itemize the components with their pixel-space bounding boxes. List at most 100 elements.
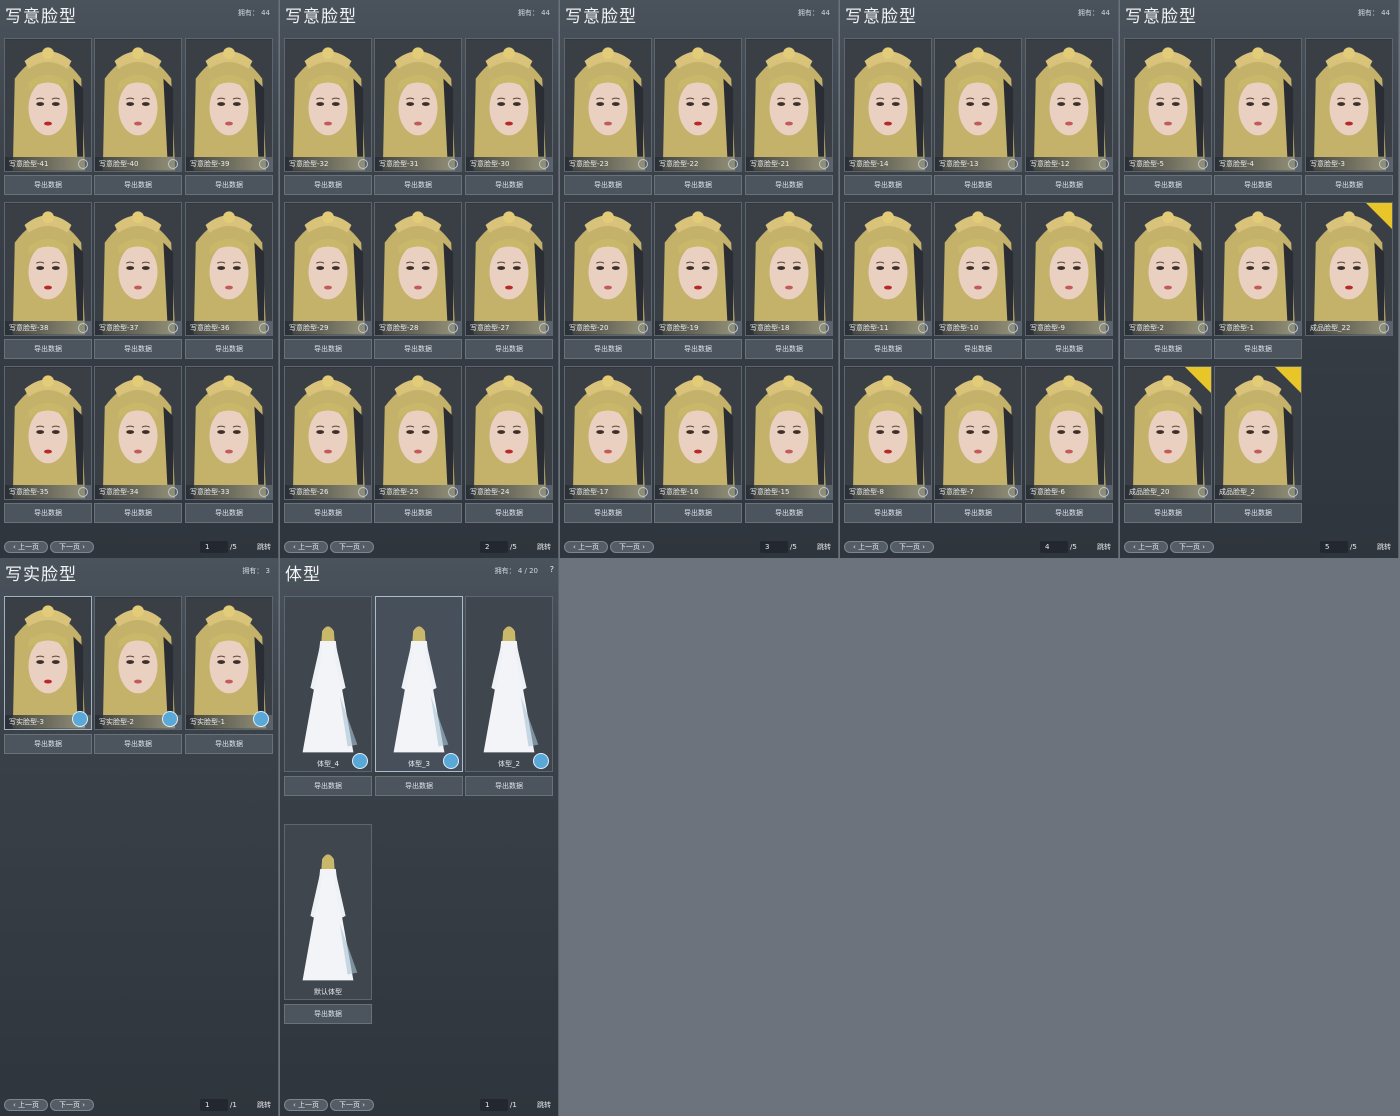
next-page-button[interactable]: 下一页 › — [50, 1099, 94, 1111]
face-card[interactable]: 写意脸型-7 — [934, 366, 1022, 500]
select-check-icon[interactable] — [1198, 487, 1208, 497]
face-card[interactable]: 写意脸型-5 — [1124, 38, 1212, 172]
jump-button[interactable]: 跳转 — [537, 1099, 551, 1111]
face-card[interactable]: 写意脸型-8 — [844, 366, 932, 500]
select-check-icon[interactable] — [168, 159, 178, 169]
export-data-button[interactable]: 导出数据 — [284, 503, 372, 523]
select-check-icon[interactable] — [728, 159, 738, 169]
export-data-button[interactable]: 导出数据 — [844, 339, 932, 359]
face-card[interactable]: 写意脸型-18 — [745, 202, 833, 336]
face-card[interactable]: 成品脸型_2 — [1214, 366, 1302, 500]
export-data-button[interactable]: 导出数据 — [654, 175, 742, 195]
jump-button[interactable]: 跳转 — [1377, 541, 1391, 553]
select-check-icon[interactable] — [1288, 159, 1298, 169]
face-card[interactable]: 写意脸型-17 — [564, 366, 652, 500]
export-data-button[interactable]: 导出数据 — [185, 503, 273, 523]
next-page-button[interactable]: 下一页 › — [610, 541, 654, 553]
export-data-button[interactable]: 导出数据 — [4, 339, 92, 359]
select-check-icon[interactable] — [358, 159, 368, 169]
export-data-button[interactable]: 导出数据 — [94, 503, 182, 523]
select-check-icon[interactable] — [1198, 323, 1208, 333]
export-data-button[interactable]: 导出数据 — [934, 175, 1022, 195]
select-check-icon[interactable] — [638, 487, 648, 497]
face-card[interactable]: 写意脸型-14 — [844, 38, 932, 172]
export-data-button[interactable]: 导出数据 — [284, 1004, 372, 1024]
select-check-icon[interactable] — [728, 323, 738, 333]
select-check-icon[interactable] — [259, 323, 269, 333]
select-check-icon[interactable] — [539, 487, 549, 497]
export-data-button[interactable]: 导出数据 — [1214, 175, 1302, 195]
select-check-icon[interactable] — [918, 323, 928, 333]
select-check-icon[interactable] — [448, 323, 458, 333]
next-page-button[interactable]: 下一页 › — [890, 541, 934, 553]
selected-check-icon[interactable] — [253, 711, 269, 727]
face-card[interactable]: 写意脸型-37 — [94, 202, 182, 336]
select-check-icon[interactable] — [1379, 159, 1389, 169]
face-card[interactable]: 写意脸型-30 — [465, 38, 553, 172]
page-number-input[interactable]: 2 — [480, 541, 508, 553]
select-check-icon[interactable] — [358, 487, 368, 497]
face-card[interactable]: 写意脸型-12 — [1025, 38, 1113, 172]
face-card[interactable]: 写实脸型-2 — [94, 596, 182, 730]
face-card[interactable]: 写意脸型-10 — [934, 202, 1022, 336]
jump-button[interactable]: 跳转 — [1097, 541, 1111, 553]
export-data-button[interactable]: 导出数据 — [284, 776, 372, 796]
select-check-icon[interactable] — [819, 487, 829, 497]
face-card[interactable]: 写意脸型-39 — [185, 38, 273, 172]
select-check-icon[interactable] — [448, 159, 458, 169]
jump-button[interactable]: 跳转 — [257, 541, 271, 553]
face-card[interactable]: 写意脸型-36 — [185, 202, 273, 336]
select-check-icon[interactable] — [539, 159, 549, 169]
next-page-button[interactable]: 下一页 › — [1170, 541, 1214, 553]
face-card[interactable]: 写意脸型-33 — [185, 366, 273, 500]
select-check-icon[interactable] — [259, 159, 269, 169]
export-data-button[interactable]: 导出数据 — [1025, 175, 1113, 195]
face-card[interactable]: 写意脸型-27 — [465, 202, 553, 336]
select-check-icon[interactable] — [1288, 323, 1298, 333]
face-card[interactable]: 写意脸型-28 — [374, 202, 462, 336]
next-page-button[interactable]: 下一页 › — [330, 541, 374, 553]
face-card[interactable]: 写意脸型-13 — [934, 38, 1022, 172]
export-data-button[interactable]: 导出数据 — [94, 339, 182, 359]
select-check-icon[interactable] — [448, 487, 458, 497]
select-check-icon[interactable] — [1008, 159, 1018, 169]
select-check-icon[interactable] — [259, 487, 269, 497]
select-check-icon[interactable] — [1008, 487, 1018, 497]
face-card[interactable]: 写意脸型-35 — [4, 366, 92, 500]
jump-button[interactable]: 跳转 — [257, 1099, 271, 1111]
export-data-button[interactable]: 导出数据 — [185, 175, 273, 195]
export-data-button[interactable]: 导出数据 — [185, 734, 273, 754]
selected-check-icon[interactable] — [443, 753, 459, 769]
select-check-icon[interactable] — [1198, 159, 1208, 169]
face-card[interactable]: 写意脸型-1 — [1214, 202, 1302, 336]
select-check-icon[interactable] — [918, 487, 928, 497]
selected-check-icon[interactable] — [162, 711, 178, 727]
select-check-icon[interactable] — [168, 487, 178, 497]
prev-page-button[interactable]: ‹ 上一页 — [284, 1099, 328, 1111]
face-card[interactable]: 写意脸型-32 — [284, 38, 372, 172]
face-card[interactable]: 写意脸型-31 — [374, 38, 462, 172]
export-data-button[interactable]: 导出数据 — [1124, 339, 1212, 359]
export-data-button[interactable]: 导出数据 — [654, 339, 742, 359]
next-page-button[interactable]: 下一页 › — [330, 1099, 374, 1111]
select-check-icon[interactable] — [728, 487, 738, 497]
next-page-button[interactable]: 下一页 › — [50, 541, 94, 553]
select-check-icon[interactable] — [78, 159, 88, 169]
face-card[interactable]: 写意脸型-2 — [1124, 202, 1212, 336]
export-data-button[interactable]: 导出数据 — [654, 503, 742, 523]
selected-check-icon[interactable] — [533, 753, 549, 769]
export-data-button[interactable]: 导出数据 — [4, 175, 92, 195]
face-card[interactable]: 写意脸型-9 — [1025, 202, 1113, 336]
prev-page-button[interactable]: ‹ 上一页 — [284, 541, 328, 553]
face-card[interactable]: 成品脸型_22 — [1305, 202, 1393, 336]
help-icon[interactable]: ? — [550, 565, 554, 574]
select-check-icon[interactable] — [1099, 323, 1109, 333]
face-card[interactable]: 写意脸型-40 — [94, 38, 182, 172]
body-card[interactable]: 体型_3 — [375, 596, 463, 772]
page-number-input[interactable]: 1 — [480, 1099, 508, 1111]
face-card[interactable]: 写意脸型-21 — [745, 38, 833, 172]
face-card[interactable]: 写意脸型-29 — [284, 202, 372, 336]
face-card[interactable]: 写意脸型-3 — [1305, 38, 1393, 172]
export-data-button[interactable]: 导出数据 — [1305, 175, 1393, 195]
select-check-icon[interactable] — [819, 159, 829, 169]
